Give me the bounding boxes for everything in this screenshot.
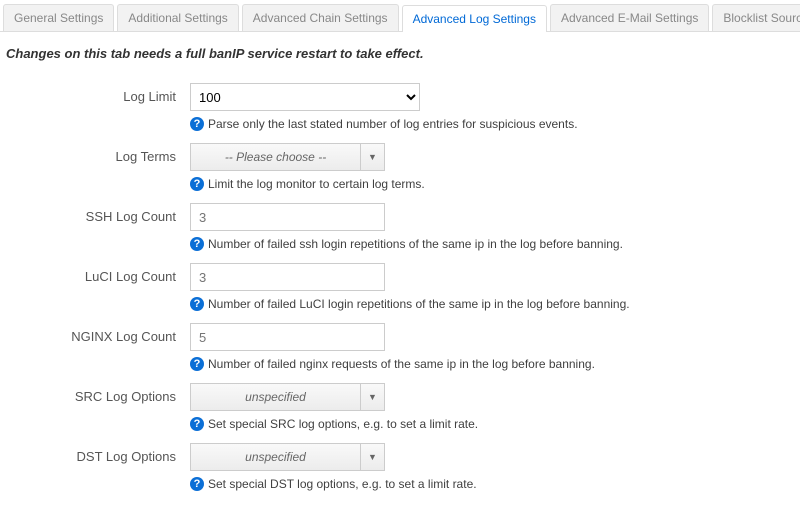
tab-general-settings[interactable]: General Settings: [3, 4, 114, 31]
help-icon: ?: [190, 297, 204, 311]
chevron-down-icon: ▼: [360, 444, 384, 470]
dst-log-options-help: ? Set special DST log options, e.g. to s…: [190, 477, 800, 491]
src-log-options-label: SRC Log Options: [0, 383, 190, 431]
log-terms-help-text: Limit the log monitor to certain log ter…: [208, 177, 425, 191]
log-limit-select[interactable]: 100: [190, 83, 420, 111]
src-log-options-help-text: Set special SRC log options, e.g. to set…: [208, 417, 478, 431]
field-luci-log-count: LuCI Log Count ? Number of failed LuCI l…: [0, 251, 800, 311]
help-icon: ?: [190, 417, 204, 431]
help-icon: ?: [190, 117, 204, 131]
help-icon: ?: [190, 237, 204, 251]
tab-intro-note: Changes on this tab needs a full banIP s…: [0, 32, 800, 71]
log-terms-help: ? Limit the log monitor to certain log t…: [190, 177, 800, 191]
nginx-log-count-help-text: Number of failed nginx requests of the s…: [208, 357, 595, 371]
src-log-options-help: ? Set special SRC log options, e.g. to s…: [190, 417, 800, 431]
field-nginx-log-count: NGINX Log Count ? Number of failed nginx…: [0, 311, 800, 371]
tab-blocklist-sources[interactable]: Blocklist Sources: [712, 4, 800, 31]
log-terms-dropdown[interactable]: -- Please choose -- ▼: [190, 143, 385, 171]
field-ssh-log-count: SSH Log Count ? Number of failed ssh log…: [0, 191, 800, 251]
log-limit-help: ? Parse only the last stated number of l…: [190, 117, 800, 131]
nginx-log-count-label: NGINX Log Count: [0, 323, 190, 371]
tab-additional-settings[interactable]: Additional Settings: [117, 4, 238, 31]
help-icon: ?: [190, 177, 204, 191]
chevron-down-icon: ▼: [360, 144, 384, 170]
log-terms-placeholder: -- Please choose --: [191, 150, 360, 164]
ssh-log-count-input[interactable]: [190, 203, 385, 231]
log-limit-help-text: Parse only the last stated number of log…: [208, 117, 578, 131]
dst-log-options-help-text: Set special DST log options, e.g. to set…: [208, 477, 477, 491]
ssh-log-count-help: ? Number of failed ssh login repetitions…: [190, 237, 800, 251]
dst-log-options-placeholder: unspecified: [191, 450, 360, 464]
ssh-log-count-help-text: Number of failed ssh login repetitions o…: [208, 237, 623, 251]
ssh-log-count-label: SSH Log Count: [0, 203, 190, 251]
field-src-log-options: SRC Log Options unspecified ▼ ? Set spec…: [0, 371, 800, 431]
help-icon: ?: [190, 357, 204, 371]
dst-log-options-label: DST Log Options: [0, 443, 190, 491]
log-limit-label: Log Limit: [0, 83, 190, 131]
tab-advanced-log-settings[interactable]: Advanced Log Settings: [402, 5, 547, 32]
tab-advanced-chain-settings[interactable]: Advanced Chain Settings: [242, 4, 399, 31]
luci-log-count-help: ? Number of failed LuCI login repetition…: [190, 297, 800, 311]
luci-log-count-help-text: Number of failed LuCI login repetitions …: [208, 297, 630, 311]
nginx-log-count-input[interactable]: [190, 323, 385, 351]
luci-log-count-input[interactable]: [190, 263, 385, 291]
field-dst-log-options: DST Log Options unspecified ▼ ? Set spec…: [0, 431, 800, 491]
field-log-terms: Log Terms -- Please choose -- ▼ ? Limit …: [0, 131, 800, 191]
luci-log-count-label: LuCI Log Count: [0, 263, 190, 311]
chevron-down-icon: ▼: [360, 384, 384, 410]
tabs-bar: General Settings Additional Settings Adv…: [0, 0, 800, 32]
help-icon: ?: [190, 477, 204, 491]
field-log-limit: Log Limit 100 ? Parse only the last stat…: [0, 71, 800, 131]
src-log-options-dropdown[interactable]: unspecified ▼: [190, 383, 385, 411]
src-log-options-placeholder: unspecified: [191, 390, 360, 404]
log-terms-label: Log Terms: [0, 143, 190, 191]
dst-log-options-dropdown[interactable]: unspecified ▼: [190, 443, 385, 471]
nginx-log-count-help: ? Number of failed nginx requests of the…: [190, 357, 800, 371]
tab-advanced-email-settings[interactable]: Advanced E-Mail Settings: [550, 4, 709, 31]
